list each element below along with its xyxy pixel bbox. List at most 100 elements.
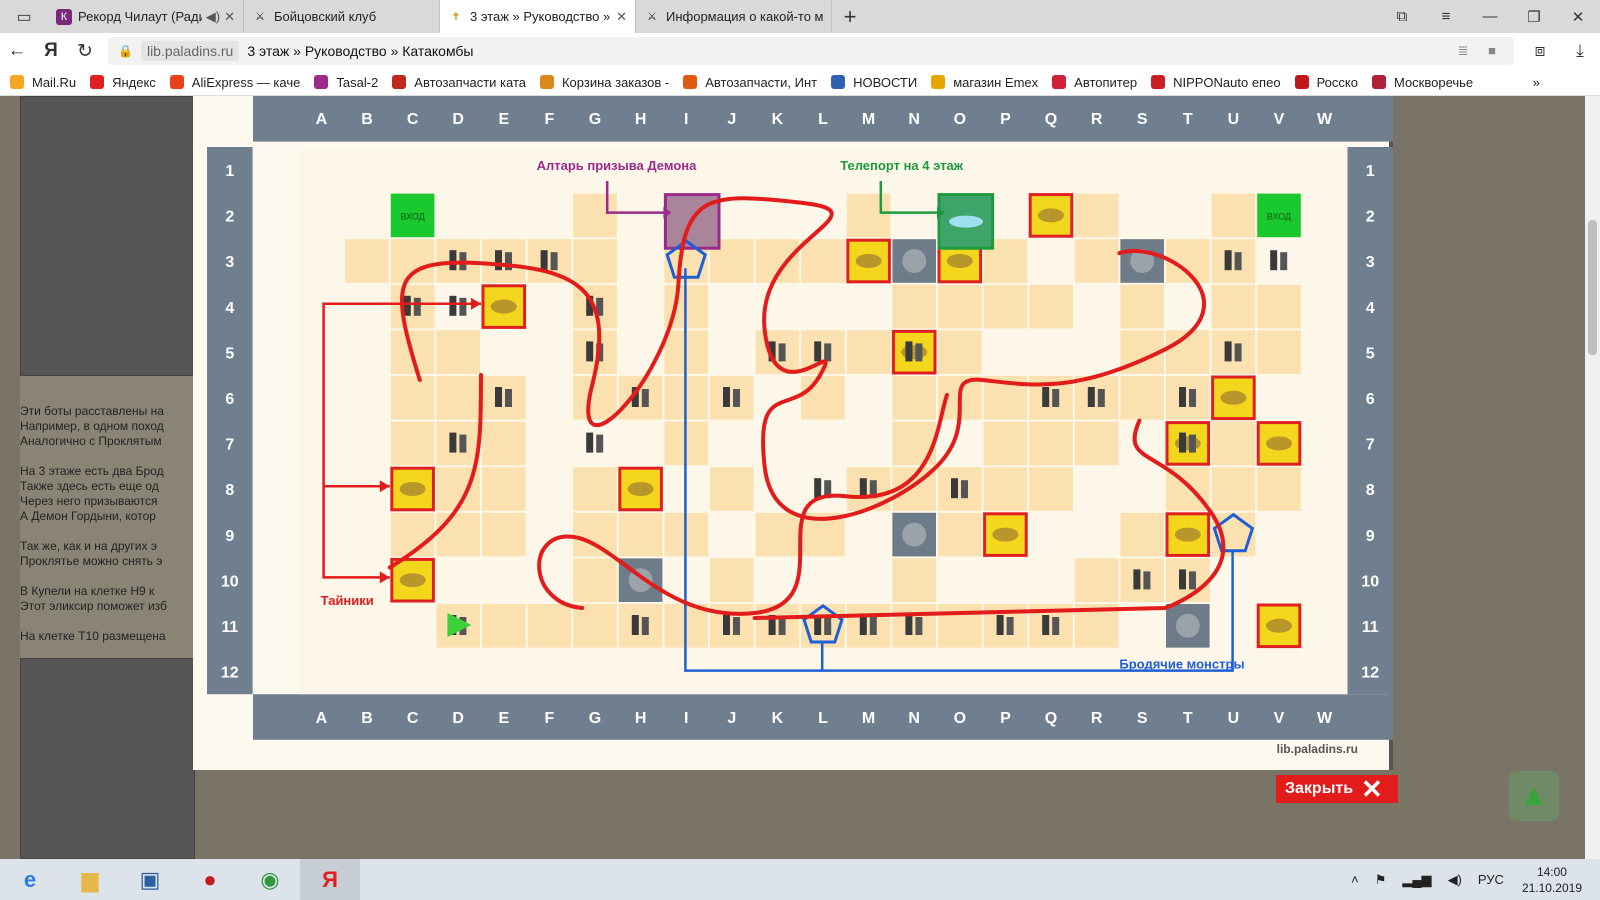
reader-mode-icon[interactable]: ≣ ■ <box>1458 43 1504 59</box>
bookmark-item[interactable]: Росско <box>1294 75 1358 90</box>
floor-tile <box>390 376 435 420</box>
url-field[interactable]: 🔒 lib.paladins.ru 3 этаж » Руководство »… <box>108 37 1514 65</box>
minimize-icon[interactable]: — <box>1468 8 1512 25</box>
treasure-icon <box>1220 390 1247 405</box>
monitor-icon[interactable]: ▣ <box>120 859 180 900</box>
floor-tile <box>892 421 936 466</box>
folder-icon[interactable]: ▆ <box>60 859 120 900</box>
scrollbar-thumb[interactable] <box>1588 220 1597 355</box>
row-label: 12 <box>221 665 239 682</box>
translate-icon[interactable]: ⧈ <box>1520 41 1560 61</box>
floor-tile <box>482 421 526 466</box>
bookmark-favicon-icon <box>831 75 846 89</box>
column-label: P <box>1000 710 1011 727</box>
monster-icon <box>1224 250 1232 271</box>
column-label: L <box>818 111 828 128</box>
menu-icon[interactable]: ≡ <box>1424 8 1468 25</box>
catacombs-map: A A B B C C D D E E F F G G H H I I J J K K L L M M N N O O P P Q Q R R S S T T… <box>207 96 1393 756</box>
floor-tile <box>1211 193 1256 238</box>
bookmark-item[interactable]: Tasal-2 <box>314 75 378 90</box>
monster-icon <box>915 617 923 635</box>
page-content: Эти боты расставлены на Например, в одном… <box>0 96 1585 859</box>
new-tab-icon[interactable]: + <box>832 0 868 33</box>
close-button[interactable]: Закрыть ✕ <box>1276 775 1398 803</box>
monster-icon <box>495 387 502 407</box>
bookmark-item[interactable]: Москворечье <box>1371 74 1474 90</box>
language-indicator[interactable]: РУС <box>1478 872 1504 887</box>
treasure-icon <box>946 254 973 268</box>
volume-icon[interactable]: ◀) <box>1448 872 1462 888</box>
scroll-top-icon[interactable]: ▲ <box>1509 771 1559 821</box>
bookmark-item[interactable]: Яндекс <box>90 75 156 90</box>
monster-icon <box>723 387 730 407</box>
wandering-monsters-label: Бродячие монстры <box>1119 657 1244 672</box>
bookmark-item[interactable]: Корзина заказов - <box>539 75 669 90</box>
floor-tile <box>573 376 617 420</box>
speaker-icon[interactable]: ◀) <box>206 9 220 25</box>
bookmark-item[interactable]: НОВОСТИ <box>831 75 917 90</box>
bookmark-label: Москворечье <box>1393 74 1474 90</box>
close-window-icon[interactable]: ✕ <box>1556 8 1600 26</box>
clock-date: 21.10.2019 <box>1521 880 1582 895</box>
bookmark-item[interactable]: Mail.Ru <box>10 75 76 90</box>
bookmarks-overflow-icon[interactable]: » <box>1533 75 1540 90</box>
row-label: 11 <box>1362 619 1379 636</box>
bookmark-item[interactable]: Автозапчасти ката <box>392 75 526 90</box>
bookmark-item[interactable]: NIPPONauto епео <box>1151 75 1281 90</box>
background-text-line: Через него призываются <box>20 494 158 508</box>
monster-icon <box>459 434 467 453</box>
monster-icon <box>1224 341 1232 362</box>
monster-icon <box>1006 617 1014 635</box>
media-icon[interactable]: ● <box>180 859 240 900</box>
close-tab-icon[interactable]: ✕ <box>616 9 627 25</box>
radio-icon: К <box>56 8 72 25</box>
bookmark-item[interactable]: Автозапчасти, Инт <box>683 75 817 90</box>
tab-info[interactable]: ⚔ Информация о какой-то м <box>636 0 832 33</box>
monster-icon <box>1143 571 1151 590</box>
column-label: L <box>818 710 828 727</box>
flag-icon[interactable]: ⚑ <box>1375 872 1387 888</box>
tab-catacombs[interactable]: ✝ 3 этаж » Руководство » ✕ <box>440 0 636 33</box>
ie-icon[interactable]: e <box>0 859 60 900</box>
floor-tile <box>1211 467 1256 511</box>
monster-icon <box>1189 571 1196 590</box>
bookmark-item[interactable]: магазин Emex <box>931 75 1038 90</box>
page-scrollbar[interactable] <box>1585 96 1600 859</box>
column-label: K <box>772 111 784 128</box>
entrance-label: ВХОД <box>400 212 424 222</box>
column-label: B <box>361 111 373 128</box>
bookmark-label: NIPPONauto епео <box>1173 74 1281 90</box>
monster-icon <box>1234 343 1242 362</box>
back-icon[interactable]: ← <box>0 40 34 62</box>
tray-expand-icon[interactable]: ˄ <box>1351 872 1359 887</box>
column-label: H <box>635 710 647 727</box>
reload-icon[interactable]: ↻ <box>68 40 102 63</box>
monster-icon <box>723 615 730 635</box>
monster-icon <box>540 250 548 271</box>
bookmark-item[interactable]: AliExpress — каче <box>169 75 300 90</box>
tab-radio[interactable]: К Рекорд Чилаут (Ради ◀) ✕ <box>48 0 244 33</box>
row-label: 2 <box>1366 209 1375 226</box>
monster-icon <box>824 343 832 362</box>
monster-icon <box>733 617 740 635</box>
floor-tile <box>573 604 617 648</box>
tab-fight-club[interactable]: ⚔ Бойцовский клуб <box>244 0 440 33</box>
column-label: Q <box>1045 111 1057 128</box>
floor-tile <box>938 284 982 329</box>
bookmark-panel-icon[interactable]: ⧉ <box>1380 8 1424 25</box>
yandex-icon[interactable]: Я <box>300 859 360 900</box>
yandex-logo-icon[interactable]: Я <box>34 40 68 62</box>
restore-icon[interactable]: ❐ <box>1512 8 1556 26</box>
treasure-icon <box>1038 208 1064 223</box>
clock[interactable]: 14:00 21.10.2019 <box>1522 864 1582 896</box>
floor-tile <box>938 330 982 374</box>
system-tray: ˄ ⚑ ▂▄▆ ◀) РУС 14:00 21.10.2019 <box>1343 864 1600 896</box>
bookmark-item[interactable]: Автопитер <box>1052 75 1137 90</box>
sidebar-toggle-icon[interactable]: ▭ <box>0 0 48 33</box>
close-tab-icon[interactable]: ✕ <box>224 9 235 25</box>
download-icon[interactable]: ⤓ <box>1560 41 1600 61</box>
floor-tile <box>801 376 845 420</box>
rubble-icon <box>902 522 927 547</box>
chrome-icon[interactable]: ◉ <box>240 859 300 900</box>
network-icon[interactable]: ▂▄▆ <box>1402 872 1431 888</box>
